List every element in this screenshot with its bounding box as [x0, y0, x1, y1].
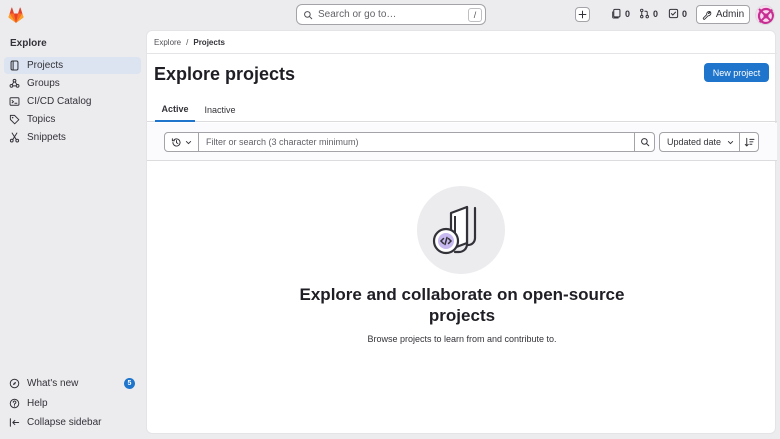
empty-state-illustration-icon: [417, 186, 505, 274]
whats-new-button[interactable]: What's new 5: [4, 375, 141, 392]
issues-count: 0: [625, 8, 631, 19]
todos-counter[interactable]: 0: [668, 8, 687, 19]
question-icon: [9, 398, 20, 409]
search-placeholder: Search or go to…: [318, 9, 397, 20]
admin-button[interactable]: Admin: [696, 5, 750, 24]
main-panel: Explore / Projects Explore projects New …: [146, 30, 777, 434]
empty-state-title: Explore and collaborate on open-source p…: [299, 285, 625, 325]
search-icon: [303, 10, 313, 20]
search-shortcut-hint: /: [468, 7, 482, 22]
sidebar-item-projects[interactable]: Projects: [4, 57, 141, 74]
collapse-left-icon: [9, 417, 20, 428]
filter-search-button[interactable]: [634, 132, 655, 152]
gitlab-logo-icon[interactable]: [6, 5, 26, 25]
history-icon: [171, 137, 182, 148]
sidebar-item-label: Snippets: [27, 132, 66, 143]
sidebar-item-snippets[interactable]: Snippets: [4, 129, 141, 146]
sidebar-item-label: Topics: [27, 114, 56, 125]
admin-label: Admin: [715, 9, 745, 20]
plus-icon: [578, 10, 587, 19]
sidebar-item-groups[interactable]: Groups: [4, 75, 141, 92]
filter-placeholder: Filter or search (3 character minimum): [206, 137, 359, 147]
todo-icon: [668, 8, 679, 19]
merge-request-icon: [639, 8, 650, 19]
tab-active[interactable]: Active: [155, 97, 195, 122]
breadcrumb-explore-link[interactable]: Explore: [154, 38, 181, 47]
project-icon: [9, 60, 20, 71]
whats-new-label: What's new: [27, 378, 79, 389]
merge-requests-count: 0: [653, 8, 659, 19]
sidebar-item-label: Projects: [27, 60, 64, 71]
sidebar-title: Explore: [10, 38, 47, 49]
help-button[interactable]: Help: [4, 395, 141, 412]
breadcrumb-current[interactable]: Projects: [193, 38, 225, 47]
label-icon: [9, 114, 20, 125]
snippet-icon: [9, 132, 20, 143]
todos-count: 0: [682, 8, 688, 19]
sort-label: Updated date: [667, 137, 722, 147]
sidebar-item-label: Groups: [27, 78, 60, 89]
filter-search-input[interactable]: Filter or search (3 character minimum): [199, 132, 635, 152]
collapse-sidebar-label: Collapse sidebar: [27, 417, 102, 428]
chevron-down-icon: [185, 139, 192, 146]
user-avatar[interactable]: [755, 5, 775, 25]
search-icon: [640, 137, 650, 147]
breadcrumb-divider: [147, 53, 777, 54]
issues-counter[interactable]: 0: [611, 8, 630, 19]
sort-direction-button[interactable]: [739, 132, 759, 152]
sidebar-item-topics[interactable]: Topics: [4, 111, 141, 128]
collapse-sidebar-button[interactable]: Collapse sidebar: [4, 414, 141, 431]
top-bar: Search or go to… / 0 0 0 Admin: [0, 0, 780, 30]
sidebar-item-cicd-catalog[interactable]: CI/CD Catalog: [4, 93, 141, 110]
empty-state-description: Browse projects to learn from and contri…: [367, 334, 557, 344]
sort-dropdown[interactable]: Updated date: [659, 132, 740, 152]
whats-new-count-badge: 5: [124, 378, 135, 389]
global-search-input[interactable]: Search or go to… /: [296, 4, 486, 25]
compass-icon: [9, 378, 20, 389]
filter-bar: Filter or search (3 character minimum) U…: [147, 123, 777, 161]
tab-inactive[interactable]: Inactive: [199, 97, 241, 122]
breadcrumb: Explore / Projects: [154, 38, 225, 47]
recent-searches-dropdown[interactable]: [164, 132, 199, 152]
breadcrumb-separator: /: [186, 38, 189, 47]
wrench-icon: [702, 10, 712, 20]
chevron-down-icon: [727, 139, 734, 146]
page-title: Explore projects: [154, 64, 296, 84]
sidebar-item-label: CI/CD Catalog: [27, 96, 92, 107]
tab-bar: Active Inactive: [147, 97, 777, 122]
catalog-icon: [9, 96, 20, 107]
sort-lowest-icon: [744, 137, 755, 148]
group-icon: [9, 78, 20, 89]
issues-icon: [611, 8, 622, 19]
create-new-button[interactable]: [575, 7, 590, 22]
new-project-button[interactable]: New project: [704, 63, 769, 82]
sidebar: Explore Projects Groups CI/CD Catalog To…: [0, 30, 146, 439]
merge-requests-counter[interactable]: 0: [639, 8, 658, 19]
help-label: Help: [27, 398, 48, 409]
